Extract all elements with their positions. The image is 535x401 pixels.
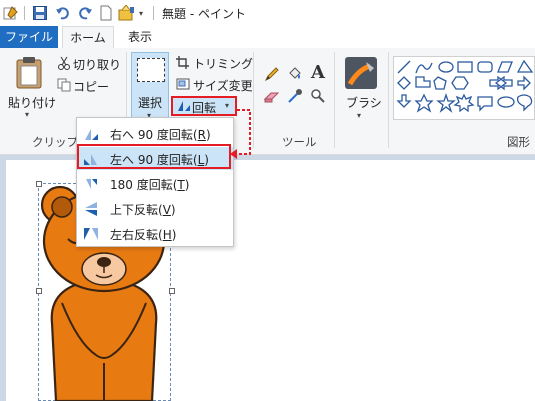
customize-icon[interactable]: [118, 5, 136, 21]
rotate-right-icon: [85, 129, 98, 140]
menu-item-label: 右へ 90 度回転(R): [110, 128, 211, 142]
flip-horizontal-icon: [84, 228, 98, 240]
new-document-icon[interactable]: [99, 5, 113, 21]
menu-item-label: 上下反転(V): [110, 203, 176, 217]
undo-icon[interactable]: [55, 5, 71, 21]
diamond-shape-icon: [397, 76, 411, 90]
redo-icon[interactable]: [77, 5, 93, 21]
callout-rect-shape-icon: [477, 96, 493, 112]
menu-item-flip-horizontal[interactable]: 左右反転(H): [77, 222, 233, 245]
select-icon: [137, 58, 165, 82]
magnifier-icon[interactable]: [310, 88, 326, 104]
copy-label[interactable]: コピー: [73, 78, 109, 95]
ribbon-separator: [388, 52, 389, 148]
flip-vertical-icon: [85, 202, 97, 216]
crop-icon[interactable]: [176, 56, 189, 69]
callout-cloud-shape-icon: [516, 94, 533, 112]
hexagon-shape-icon: [451, 76, 469, 90]
save-icon[interactable]: [32, 5, 48, 21]
callout-arrow: [230, 109, 251, 159]
title-divider: [153, 6, 154, 20]
qa-divider: [24, 6, 25, 20]
six-point-star-shape-icon: [453, 93, 475, 113]
shapes-gallery[interactable]: [393, 56, 535, 120]
menu-item-label: 180 度回転(T): [110, 178, 190, 192]
callout-oval-shape-icon: [497, 96, 515, 108]
rectangle-shape-icon: [457, 61, 473, 73]
paste-icon[interactable]: [15, 56, 43, 90]
qa-menu-chevron-icon[interactable]: ▾: [139, 9, 143, 18]
cut-label[interactable]: 切り取り: [73, 56, 121, 73]
crop-label[interactable]: トリミング: [193, 55, 253, 72]
fill-bucket-icon[interactable]: [287, 66, 303, 82]
rotate-180-icon: [86, 179, 97, 189]
paste-chevron-icon[interactable]: ▾: [25, 110, 29, 119]
tab-view[interactable]: 表示: [128, 26, 152, 48]
triangle-shape-icon: [516, 59, 534, 73]
brush-icon[interactable]: [344, 56, 378, 90]
resize-icon[interactable]: [176, 78, 190, 91]
oval-shape-icon: [438, 61, 454, 73]
select-label: 選択: [138, 96, 163, 110]
polygon-shape-icon: [497, 61, 513, 73]
paste-label[interactable]: 貼り付け: [8, 94, 56, 111]
rotate-menu: 右へ 90 度回転(R) 左へ 90 度回転(L) 180 度回転(T) 上下反…: [76, 117, 234, 247]
menu-item-rotate-right-90[interactable]: 右へ 90 度回転(R): [77, 122, 233, 145]
copy-icon[interactable]: [57, 78, 71, 92]
brushes-chevron-icon[interactable]: ▾: [357, 111, 361, 120]
rounded-rectangle-shape-icon: [477, 61, 493, 73]
right-triangle-shape-icon: [415, 76, 431, 88]
ribbon-separator: [334, 52, 335, 148]
text-tool-icon[interactable]: A: [311, 62, 325, 83]
color-picker-icon[interactable]: [287, 88, 303, 104]
menu-item-flip-vertical[interactable]: 上下反転(V): [77, 197, 233, 220]
tab-home[interactable]: ホーム: [62, 26, 114, 48]
tab-file[interactable]: ファイル: [0, 26, 58, 48]
title-bar: ▾ 無題 - ペイント: [0, 0, 535, 26]
menu-item-rotate-180[interactable]: 180 度回転(T): [77, 172, 233, 195]
shapes-group-label: 図形: [507, 135, 530, 149]
star-shape-icon: [414, 93, 434, 113]
arrow-right-shape-icon: [517, 75, 531, 91]
curve-shape-icon: [415, 62, 433, 74]
line-shape-icon: [397, 60, 411, 74]
arrow-down-shape-icon: [396, 94, 412, 108]
eraser-icon[interactable]: [264, 90, 280, 104]
five-point-star-shape-icon: [436, 92, 456, 113]
brushes-label[interactable]: ブラシ: [346, 94, 382, 111]
pencil-icon[interactable]: [264, 66, 280, 82]
tools-group-label: ツール: [282, 135, 317, 149]
resize-label[interactable]: サイズ変更: [193, 77, 253, 94]
tab-row: ファイル ホーム 表示: [0, 26, 535, 49]
menu-item-label: 左右反転(H): [110, 228, 177, 242]
cut-icon[interactable]: [57, 56, 71, 70]
menu-item-highlight-box: [77, 144, 231, 169]
window-title: 無題 - ペイント: [162, 7, 246, 21]
paint-app-icon[interactable]: [3, 5, 19, 21]
pentagon-shape-icon: [433, 76, 447, 90]
